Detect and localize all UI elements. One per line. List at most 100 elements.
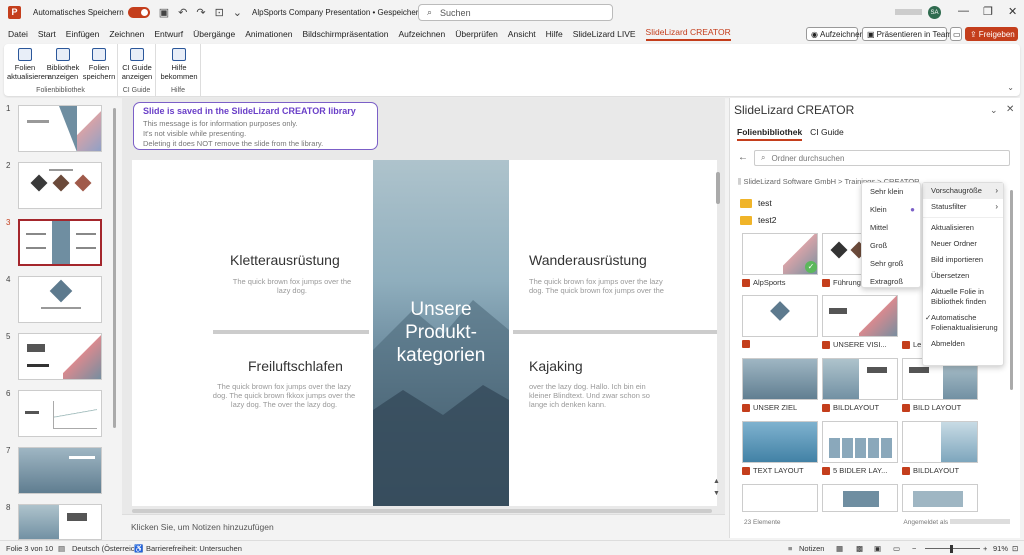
save-slides-button[interactable]: Folien speichern	[82, 48, 116, 81]
share-button[interactable]: ⇪ Freigeben	[965, 27, 1018, 41]
refresh-slides-button[interactable]: Folien aktualisieren	[7, 48, 49, 81]
zoom-in-icon[interactable]: +	[983, 544, 987, 553]
folder-test[interactable]: test	[740, 198, 772, 208]
thumbnails-scrollbar[interactable]	[113, 108, 116, 428]
size-option-very-small[interactable]: Sehr klein	[862, 183, 920, 201]
autosave-toggle[interactable]	[127, 6, 150, 18]
heading-kayaking[interactable]: Kajaking	[529, 358, 583, 374]
ci-guide-button[interactable]: CI Guide anzeigen	[120, 48, 154, 81]
slide-thumbnail-8[interactable]	[18, 504, 102, 540]
teams-button[interactable]: ▣ Präsentieren in Teams	[862, 27, 956, 41]
library-tile[interactable]	[822, 358, 898, 400]
body-kayaking[interactable]: over the lazy dog. Hallo. Ich bin ein kl…	[529, 382, 659, 409]
accessibility-icon[interactable]: ♿	[134, 544, 143, 553]
library-tile[interactable]	[742, 421, 818, 463]
heading-hiking[interactable]: Wanderausrüstung	[529, 252, 647, 268]
menu-item-new-folder[interactable]: Neuer Ordner	[923, 236, 1003, 252]
chevron-down-icon[interactable]: ⌄	[990, 105, 998, 116]
menu-tab-start[interactable]: Start	[38, 29, 56, 39]
spellcheck-icon[interactable]: ▤	[58, 544, 65, 553]
menu-tab-datei[interactable]: Datei	[8, 29, 28, 39]
slide-sorter-icon[interactable]: ▩	[856, 544, 863, 553]
present-icon[interactable]: ⊡	[215, 6, 224, 19]
heading-climbing[interactable]: Kletterausrüstung	[230, 252, 340, 268]
slide-thumbnail-2[interactable]	[18, 162, 102, 209]
prev-slide-icon[interactable]: ▲	[713, 478, 720, 485]
menu-tab-entwurf[interactable]: Entwurf	[154, 29, 183, 39]
slide-thumbnail-5[interactable]	[18, 333, 102, 380]
library-tile[interactable]	[822, 421, 898, 463]
undo-icon[interactable]: ↶	[178, 6, 187, 19]
close-icon[interactable]: ✕	[1008, 5, 1017, 18]
next-slide-icon[interactable]: ▼	[713, 490, 720, 497]
menu-tab-bildschirmpräsentation[interactable]: Bildschirmpräsentation	[302, 29, 388, 39]
collapse-ribbon-icon[interactable]: ⌄	[1007, 83, 1014, 92]
zoom-slider-handle[interactable]	[950, 545, 953, 553]
menu-tab-übergänge[interactable]: Übergänge	[193, 29, 235, 39]
tab-ci-guide[interactable]: CI Guide	[810, 127, 844, 141]
redo-icon[interactable]: ↷	[196, 6, 205, 19]
notes-area[interactable]: Klicken Sie, um Notizen hinzuzufügen	[122, 514, 725, 540]
slide-thumbnail-6[interactable]	[18, 390, 102, 437]
menu-tab-aufzeichnen[interactable]: Aufzeichnen	[398, 29, 445, 39]
accessibility-check[interactable]: Barrierefreiheit: Untersuchen	[146, 544, 242, 553]
menu-tab-slidelizard-live[interactable]: SlideLizard LIVE	[573, 29, 636, 39]
body-hiking[interactable]: The quick brown fox jumps over the lazy …	[529, 277, 664, 295]
record-button[interactable]: ◉ Aufzeichnen	[806, 27, 864, 41]
menu-item-preview-size[interactable]: Vorschaugröße ›	[923, 183, 1003, 199]
reading-view-icon[interactable]: ▣	[874, 544, 881, 553]
slide-canvas[interactable]: Kletterausrüstung The quick brown fox ju…	[132, 160, 717, 506]
fit-slide-icon[interactable]: ⊡	[1012, 544, 1018, 553]
folder-search-input[interactable]: ⌕ Ordner durchsuchen	[754, 150, 1010, 166]
library-tile[interactable]	[742, 295, 818, 337]
slide-thumbnail-1[interactable]	[18, 105, 102, 152]
size-option-large[interactable]: Groß	[862, 237, 920, 255]
size-option-extra-large[interactable]: Extragroß	[862, 273, 920, 291]
save-icon[interactable]: ▣	[159, 6, 169, 19]
menu-item-auto-update[interactable]: ✓ Automatische Folienaktualisierung	[923, 310, 1003, 336]
library-tile[interactable]	[902, 421, 978, 463]
menu-tab-überprüfen[interactable]: Überprüfen	[455, 29, 498, 39]
library-tile[interactable]	[822, 295, 898, 337]
size-option-medium[interactable]: Mittel	[862, 219, 920, 237]
menu-tab-slidelizard-creator[interactable]: SlideLizard CREATOR	[645, 27, 731, 41]
comments-button[interactable]: ▭	[950, 27, 962, 41]
menu-item-refresh[interactable]: Aktualisieren	[923, 220, 1003, 236]
slide-thumbnail-7[interactable]	[18, 447, 102, 494]
search-input[interactable]: ⌕ Suchen	[418, 4, 613, 21]
menu-tab-einfügen[interactable]: Einfügen	[66, 29, 100, 39]
editor-scrollbar[interactable]	[716, 172, 720, 204]
slide-thumbnail-3[interactable]	[18, 219, 102, 266]
library-tile[interactable]	[902, 484, 978, 512]
back-arrow-icon[interactable]: ←	[738, 152, 748, 163]
customize-icon[interactable]: ⌄	[233, 6, 242, 19]
library-tile[interactable]	[822, 484, 898, 512]
menu-tab-zeichnen[interactable]: Zeichnen	[109, 29, 144, 39]
panel-scrollbar[interactable]	[1010, 190, 1013, 390]
menu-item-status-filter[interactable]: Statusfilter ›	[923, 199, 1003, 215]
menu-item-find-slide[interactable]: Aktuelle Folie in Bibliothek finden	[923, 284, 1003, 310]
horizontal-scrollbar[interactable]	[132, 509, 712, 513]
center-title[interactable]: Unsere Produkt-kategorien	[373, 298, 509, 367]
menu-tab-hilfe[interactable]: Hilfe	[546, 29, 563, 39]
close-panel-icon[interactable]: ✕	[1006, 104, 1014, 115]
menu-item-logout[interactable]: Abmelden	[923, 336, 1003, 352]
avatar[interactable]: SA	[928, 6, 941, 19]
library-tile[interactable]	[742, 358, 818, 400]
body-camping[interactable]: The quick brown fox jumps over the lazy …	[212, 382, 356, 409]
body-climbing[interactable]: The quick brown fox jumps over the lazy …	[227, 277, 357, 295]
folder-test2[interactable]: test2	[740, 215, 776, 225]
slide-thumbnail-4[interactable]	[18, 276, 102, 323]
get-help-button[interactable]: Hilfe bekommen	[160, 48, 198, 81]
menu-item-translate[interactable]: Übersetzen	[923, 268, 1003, 284]
minimize-icon[interactable]: —	[958, 5, 969, 17]
notes-button[interactable]: Notizen	[799, 544, 824, 553]
size-option-small[interactable]: Klein ●	[862, 201, 920, 219]
restore-icon[interactable]: ❐	[983, 5, 993, 18]
mountain-image[interactable]: Unsere Produkt-kategorien	[373, 160, 509, 506]
menu-tab-ansicht[interactable]: Ansicht	[508, 29, 536, 39]
size-option-very-large[interactable]: Sehr groß	[862, 255, 920, 273]
tab-library[interactable]: Folienbibliothek	[737, 127, 803, 141]
library-tile[interactable]: ✓	[742, 233, 818, 275]
zoom-out-icon[interactable]: −	[912, 544, 916, 553]
